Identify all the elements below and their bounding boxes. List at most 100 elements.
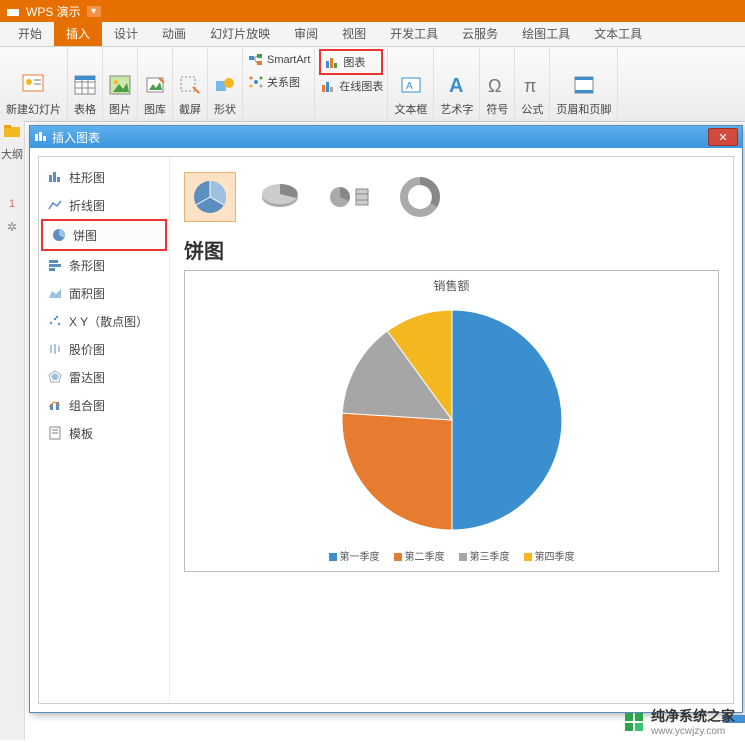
watermark-url: www.ycwjzy.com: [651, 726, 735, 737]
dialog-icon: [34, 130, 48, 145]
ribbon-gallery[interactable]: 图库: [138, 47, 173, 121]
legend-item: 第二季度: [394, 548, 445, 563]
symbol-icon: Ω: [486, 71, 508, 99]
titlebar-dropdown-icon[interactable]: ▾: [87, 6, 101, 17]
outline-label[interactable]: 大纲: [0, 146, 24, 162]
ribbon-symbol[interactable]: Ω 符号: [480, 47, 515, 121]
app-title: WPS 演示: [26, 3, 81, 20]
ribbon-picture[interactable]: 图片: [103, 47, 138, 121]
menu-start[interactable]: 开始: [6, 21, 54, 46]
category-scatter[interactable]: X Y（散点图）: [39, 307, 169, 335]
menu-texttools[interactable]: 文本工具: [582, 21, 654, 46]
category-pie[interactable]: 饼图: [41, 219, 167, 251]
app-titlebar: WPS 演示 ▾: [0, 0, 745, 22]
shapes-icon: [214, 71, 236, 99]
ribbon: 新建幻灯片 表格 图片 图库 截屏 形状 SmartArt 关系图 图表: [0, 47, 745, 122]
category-combo[interactable]: 组合图: [39, 391, 169, 419]
category-column[interactable]: 柱形图: [39, 163, 169, 191]
watermark: 纯净系统之家 www.ycwjzy.com: [623, 706, 735, 737]
dialog-body: 柱形图 折线图 饼图 条形图 面积图 X Y（散点图） 股价图 雷达图 组合图 …: [38, 156, 734, 704]
screenshot-icon: [179, 71, 201, 99]
table-icon: [74, 71, 96, 99]
ribbon-chart[interactable]: 图表: [319, 49, 383, 75]
chart-title: 销售额: [185, 277, 718, 294]
subtype-pie-3d[interactable]: [254, 172, 306, 222]
menu-bar: 开始 插入 设计 动画 幻灯片放映 审阅 视图 开发工具 云服务 绘图工具 文本…: [0, 22, 745, 47]
online-chart-icon: [319, 77, 337, 95]
menu-animation[interactable]: 动画: [150, 21, 198, 46]
subtype-pie[interactable]: [184, 172, 236, 222]
smartart-icon: [247, 51, 265, 69]
menu-cloud[interactable]: 云服务: [450, 21, 510, 46]
ribbon-screenshot[interactable]: 截屏: [173, 47, 208, 121]
ribbon-online-chart[interactable]: 在线图表: [319, 75, 383, 97]
menu-view[interactable]: 视图: [330, 21, 378, 46]
radar-chart-icon: [47, 370, 63, 384]
chart-icon: [323, 53, 341, 71]
svg-text:π: π: [524, 76, 536, 96]
equation-icon: π: [521, 71, 543, 99]
chart-legend: 第一季度 第二季度 第三季度 第四季度: [185, 548, 718, 563]
menu-design[interactable]: 设计: [102, 21, 150, 46]
ribbon-new-slide[interactable]: 新建幻灯片: [0, 47, 68, 121]
menu-devtools[interactable]: 开发工具: [378, 21, 450, 46]
textbox-icon: A: [400, 71, 422, 99]
menu-slideshow[interactable]: 幻灯片放映: [198, 21, 282, 46]
ribbon-header-footer[interactable]: 页眉和页脚: [550, 47, 618, 121]
dialog-title: 插入图表: [52, 129, 100, 146]
new-slide-icon: [21, 71, 47, 99]
menu-insert[interactable]: 插入: [54, 21, 102, 46]
chart-category-list: 柱形图 折线图 饼图 条形图 面积图 X Y（散点图） 股价图 雷达图 组合图 …: [39, 157, 170, 703]
insert-chart-dialog: 插入图表 ✕ 柱形图 折线图 饼图 条形图 面积图 X Y（散点图） 股价图 雷…: [29, 125, 743, 713]
ribbon-table[interactable]: 表格: [68, 47, 103, 121]
category-radar[interactable]: 雷达图: [39, 363, 169, 391]
relation-icon: [247, 73, 265, 91]
wordart-icon: A: [446, 71, 468, 99]
category-template[interactable]: 模板: [39, 419, 169, 447]
combo-chart-icon: [47, 398, 63, 412]
ribbon-wordart[interactable]: A 艺术字: [434, 47, 480, 121]
line-chart-icon: [47, 198, 63, 212]
slide-number[interactable]: 1: [0, 198, 24, 210]
ribbon-textbox[interactable]: A 文本框: [388, 47, 434, 121]
pie-chart-icon: [51, 228, 67, 242]
animation-marker-icon: ✲: [0, 220, 24, 234]
category-line[interactable]: 折线图: [39, 191, 169, 219]
chart-preview: 销售额 第一季度 第二季度 第三季度 第四季度: [184, 270, 719, 572]
subtype-doughnut[interactable]: [394, 172, 446, 222]
ribbon-shapes[interactable]: 形状: [208, 47, 243, 121]
chart-subtype-area: 饼图 销售额 第一季度 第二季度 第三季度 第四季度: [170, 157, 733, 703]
watermark-logo-icon: [623, 711, 645, 733]
menu-review[interactable]: 审阅: [282, 21, 330, 46]
svg-text:Ω: Ω: [488, 76, 501, 96]
ribbon-relation[interactable]: 关系图: [247, 71, 310, 93]
header-footer-icon: [573, 71, 595, 99]
dialog-close-button[interactable]: ✕: [708, 128, 738, 146]
menu-drawtools[interactable]: 绘图工具: [510, 21, 582, 46]
svg-text:A: A: [449, 75, 463, 96]
column-chart-icon: [47, 170, 63, 184]
gallery-icon: [144, 71, 166, 99]
watermark-brand: 纯净系统之家: [651, 706, 735, 726]
category-stock[interactable]: 股价图: [39, 335, 169, 363]
folder-icon[interactable]: [3, 124, 21, 140]
dialog-titlebar[interactable]: 插入图表 ✕: [30, 126, 742, 148]
legend-item: 第一季度: [329, 548, 380, 563]
area-chart-icon: [47, 286, 63, 300]
category-area[interactable]: 面积图: [39, 279, 169, 307]
slide-panel: 大纲 1 ✲: [0, 120, 25, 740]
pie-chart: [332, 300, 572, 540]
ribbon-smartart[interactable]: SmartArt: [247, 49, 310, 71]
scatter-chart-icon: [47, 314, 63, 328]
category-bar[interactable]: 条形图: [39, 251, 169, 279]
stock-chart-icon: [47, 342, 63, 356]
svg-text:A: A: [406, 81, 413, 92]
app-logo-icon: [4, 2, 22, 20]
section-title: 饼图: [184, 235, 719, 264]
template-icon: [47, 426, 63, 440]
legend-item: 第四季度: [524, 548, 575, 563]
subtype-row: [184, 167, 719, 227]
bar-chart-icon: [47, 258, 63, 272]
ribbon-equation[interactable]: π 公式: [515, 47, 550, 121]
subtype-bar-of-pie[interactable]: [324, 172, 376, 222]
